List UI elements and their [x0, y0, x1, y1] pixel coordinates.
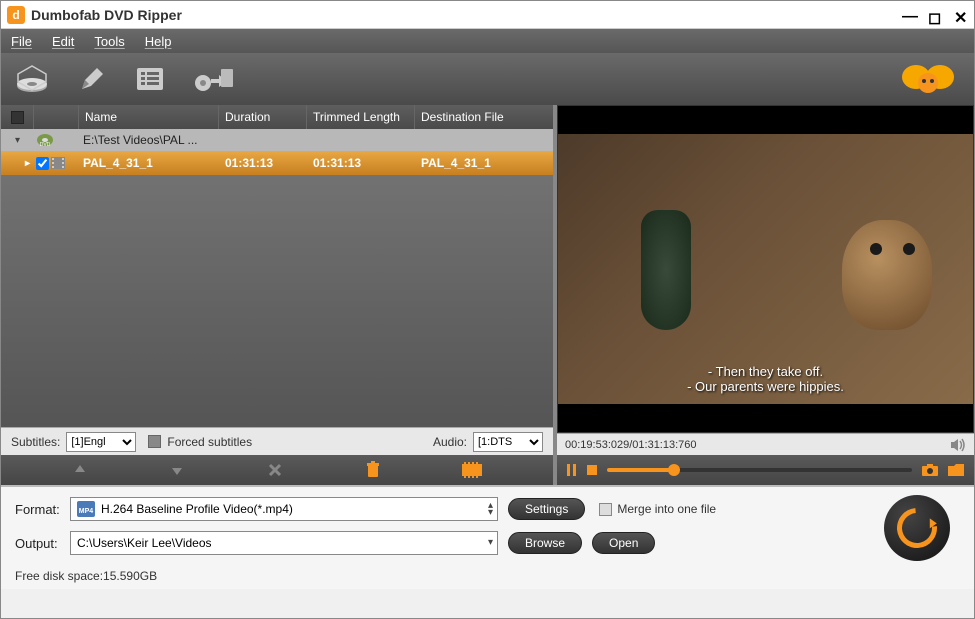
output-label: Output:: [15, 536, 70, 551]
menu-file[interactable]: File: [11, 34, 32, 49]
file-name: PAL_4_31_1: [79, 156, 219, 170]
subtitle-audio-bar: Subtitles: [1]Engl Forced subtitles Audi…: [1, 427, 553, 455]
volume-icon[interactable]: [950, 438, 966, 452]
trash-button[interactable]: [365, 461, 381, 479]
video-preview[interactable]: - Then they take off. - Our parents were…: [557, 105, 974, 433]
convert-button[interactable]: [193, 65, 233, 93]
format-select[interactable]: MP4 H.264 Baseline Profile Video(*.mp4) …: [70, 497, 498, 521]
svg-text:DVD: DVD: [40, 142, 51, 147]
subtitles-label: Subtitles:: [11, 435, 60, 449]
playback-time: 00:19:53:029/01:31:13:760: [565, 439, 697, 451]
table-body: ▾ DVD E:\Test Videos\PAL ... ▸ PAL_4_31_…: [1, 129, 553, 427]
forced-subtitles-checkbox[interactable]: [148, 435, 161, 448]
convert-icon: [889, 500, 945, 556]
collapse-icon[interactable]: ▾: [15, 135, 20, 146]
format-label: Format:: [15, 502, 70, 517]
window-title: Dumbofab DVD Ripper: [31, 7, 902, 23]
file-duration: 01:31:13: [219, 156, 307, 170]
title-bar: d Dumbofab DVD Ripper — ◻ ✕: [1, 1, 974, 29]
svg-text:MP4: MP4: [79, 508, 94, 515]
app-logo-icon: d: [7, 6, 25, 24]
column-name[interactable]: Name: [79, 105, 219, 129]
mp4-icon: MP4: [77, 501, 95, 517]
settings-button[interactable]: Settings: [508, 498, 585, 520]
column-duration[interactable]: Duration: [219, 105, 307, 129]
menu-edit[interactable]: Edit: [52, 34, 74, 49]
time-bar: 00:19:53:029/01:31:13:760: [557, 433, 974, 455]
audio-select[interactable]: [1:DTS: [473, 432, 543, 452]
dvd-icon: DVD: [36, 133, 54, 147]
menu-tools[interactable]: Tools: [94, 34, 124, 49]
file-dest: PAL_4_31_1: [415, 156, 553, 170]
expand-icon[interactable]: ▸: [25, 158, 30, 169]
snapshot-button[interactable]: [922, 464, 938, 476]
maximize-button[interactable]: ◻: [928, 8, 942, 22]
open-button[interactable]: Open: [592, 532, 655, 554]
merge-checkbox[interactable]: [599, 503, 612, 516]
bottom-panel: Format: MP4 H.264 Baseline Profile Video…: [1, 485, 974, 589]
column-destination[interactable]: Destination File: [415, 105, 553, 129]
playback-controls: [557, 455, 974, 485]
column-trimmed[interactable]: Trimmed Length: [307, 105, 415, 129]
subtitles-select[interactable]: [1]Engl: [66, 432, 136, 452]
dropdown-arrow-icon: ▾: [488, 536, 493, 550]
minimize-button[interactable]: —: [902, 8, 916, 22]
toolbar: [1, 53, 974, 105]
brand-logo-icon: [898, 59, 958, 99]
preview-pane: - Then they take off. - Our parents were…: [557, 105, 974, 485]
stop-button[interactable]: [587, 465, 597, 475]
menu-bar: File Edit Tools Help: [1, 29, 974, 53]
table-header: Name Duration Trimmed Length Destination…: [1, 105, 553, 129]
file-row[interactable]: ▸ PAL_4_31_1 01:31:13 01:31:13 PAL_4_31_…: [1, 151, 553, 175]
browse-button[interactable]: Browse: [508, 532, 582, 554]
dropdown-arrow-icon: ▴▾: [488, 502, 493, 516]
move-down-button[interactable]: [169, 462, 185, 478]
menu-help[interactable]: Help: [145, 34, 172, 49]
seek-slider[interactable]: [607, 468, 912, 472]
output-select[interactable]: C:\Users\Keir Lee\Videos ▾: [70, 531, 498, 555]
close-button[interactable]: ✕: [954, 8, 968, 22]
list-button[interactable]: [135, 66, 165, 92]
file-list-pane: Name Duration Trimmed Length Destination…: [1, 105, 557, 485]
video-icon: [51, 157, 65, 169]
file-checkbox[interactable]: [36, 157, 49, 170]
edit-button[interactable]: [77, 64, 107, 94]
merge-label: Merge into one file: [617, 502, 716, 516]
pause-button[interactable]: [567, 464, 577, 476]
folder-name: E:\Test Videos\PAL ...: [79, 133, 219, 147]
file-trimmed: 01:31:13: [307, 156, 415, 170]
film-button[interactable]: [462, 462, 482, 478]
folder-button[interactable]: [948, 464, 964, 476]
status-text: Free disk space:15.590GB: [15, 565, 960, 583]
select-all-checkbox[interactable]: [11, 111, 24, 124]
subtitle-text: - Then they take off. - Our parents were…: [558, 364, 973, 394]
forced-label: Forced subtitles: [167, 435, 252, 449]
folder-row[interactable]: ▾ DVD E:\Test Videos\PAL ...: [1, 129, 553, 151]
action-bar: [1, 455, 553, 485]
remove-button[interactable]: [267, 462, 283, 478]
move-up-button[interactable]: [72, 462, 88, 478]
load-disc-button[interactable]: [15, 64, 49, 94]
audio-label: Audio:: [433, 435, 467, 449]
start-conversion-button[interactable]: [884, 495, 950, 561]
